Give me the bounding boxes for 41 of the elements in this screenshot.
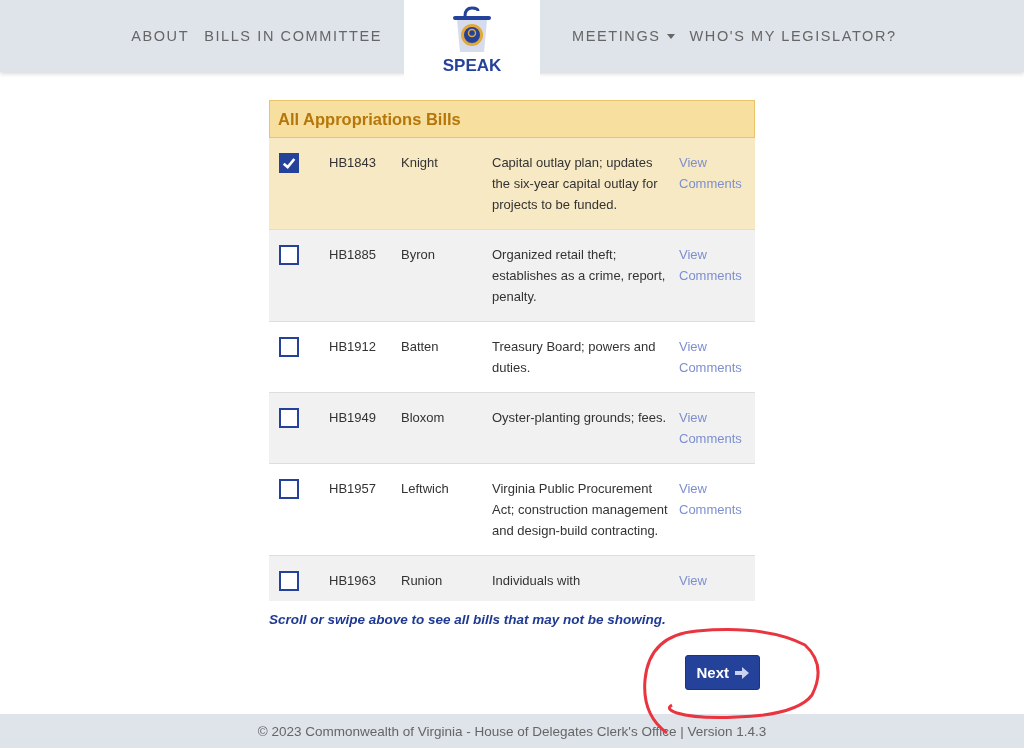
bill-number: HB1885 xyxy=(329,246,377,264)
checkbox[interactable] xyxy=(279,479,299,499)
nav-link[interactable]: MEETINGS xyxy=(572,28,675,44)
view-comments-link[interactable]: View Comments xyxy=(679,336,742,378)
bill-patron: Byron xyxy=(401,246,436,264)
bill-patron: Leftwich xyxy=(401,480,450,498)
scroll-hint: Scroll or swipe above to see all bills that may not be showing. xyxy=(269,612,667,627)
next-button[interactable]: Next xyxy=(685,655,760,690)
checkbox[interactable] xyxy=(279,571,299,591)
bill-number: HB1949 xyxy=(329,409,377,427)
arrow-right-icon xyxy=(735,666,749,679)
bill-description: Treasury Board; powers and duties. xyxy=(492,338,657,377)
logo-text: SPEAK xyxy=(442,56,502,76)
bill-description: Individuals with xyxy=(492,572,582,590)
view-comments-link[interactable]: View Comments xyxy=(679,478,742,541)
footer: © 2023 Commonwealth of Virginia - House of Delegates Clerk's Office | Version 1.4.3 xyxy=(0,714,1024,748)
view-comments-link[interactable]: View Comments xyxy=(679,244,742,307)
bill-patron: Bloxom xyxy=(401,409,446,427)
panel-title: All Appropriations Bills xyxy=(269,100,755,138)
checkbox[interactable] xyxy=(279,153,299,173)
view-comments-link[interactable]: View Comments xyxy=(679,152,742,215)
checkbox[interactable] xyxy=(279,245,299,265)
bill-description: Capital outlay plan; updates the six-year capital outlay for projects to be funded. xyxy=(492,154,659,214)
nav-link[interactable]: BILLS IN COMMITTEE xyxy=(204,28,382,44)
checkbox[interactable] xyxy=(279,408,299,428)
bill-number: HB1957 xyxy=(329,480,377,498)
bill-description: Oyster-planting grounds; fees. xyxy=(492,409,668,427)
bill-number: HB1912 xyxy=(329,338,377,356)
bill-description: Organized retail theft; establishes as a crime, report, penalty. xyxy=(492,246,667,306)
bill-number: HB1963 xyxy=(329,572,377,590)
bill-patron: Batten xyxy=(401,338,440,356)
caret-icon xyxy=(666,33,675,39)
nav-link[interactable]: WHO'S MY LEGISLATOR? xyxy=(689,28,897,44)
bill-description: Virginia Public Procurement Act; construction management and design-build contracting. xyxy=(492,480,669,540)
view-comments-link[interactable]: View Comments xyxy=(679,407,742,449)
view-comments-link[interactable]: View xyxy=(679,570,707,591)
nav-link[interactable]: ABOUT xyxy=(131,28,190,44)
bill-patron: Knight xyxy=(401,154,439,172)
bill-number: HB1843 xyxy=(329,154,377,172)
bill-patron: Runion xyxy=(401,572,444,590)
checkbox[interactable] xyxy=(279,337,299,357)
